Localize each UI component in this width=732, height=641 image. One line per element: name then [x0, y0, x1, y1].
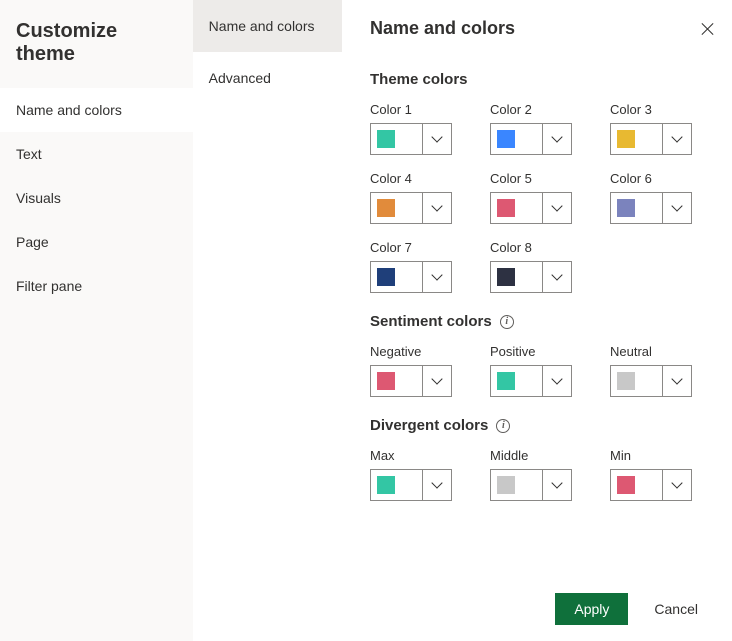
- color-label: Max: [370, 448, 464, 463]
- color-label: Color 8: [490, 240, 584, 255]
- section-title: Sentiment colors i: [370, 313, 704, 330]
- color-picker[interactable]: [610, 469, 692, 501]
- section-title-text: Theme colors: [370, 71, 468, 88]
- color-item: Color 3: [610, 102, 704, 155]
- panel-title: Name and colors: [370, 18, 515, 39]
- color-picker[interactable]: [490, 192, 572, 224]
- left-nav-item[interactable]: Name and colors: [0, 88, 193, 132]
- section-title-text: Divergent colors: [370, 417, 488, 434]
- color-swatch: [497, 476, 515, 494]
- color-picker[interactable]: [370, 469, 452, 501]
- color-grid: Color 1 Color 2 Color 3 Color 4 Color 5 Color…: [370, 102, 704, 293]
- color-item: Color 7: [370, 240, 464, 293]
- color-label: Color 6: [610, 171, 704, 186]
- chevron-down-icon: [543, 206, 571, 210]
- color-item: Middle: [490, 448, 584, 501]
- color-picker[interactable]: [370, 192, 452, 224]
- color-label: Negative: [370, 344, 464, 359]
- cancel-button[interactable]: Cancel: [636, 593, 716, 625]
- left-nav-item[interactable]: Visuals: [0, 176, 193, 220]
- color-item: Color 6: [610, 171, 704, 224]
- color-swatch: [377, 268, 395, 286]
- color-label: Color 1: [370, 102, 464, 117]
- color-label: Color 3: [610, 102, 704, 117]
- apply-button[interactable]: Apply: [555, 593, 628, 625]
- sub-nav-item[interactable]: Name and colors: [193, 0, 342, 52]
- color-label: Color 7: [370, 240, 464, 255]
- color-item: Negative: [370, 344, 464, 397]
- color-item: Color 8: [490, 240, 584, 293]
- color-swatch: [497, 199, 515, 217]
- sub-nav: Name and colorsAdvanced: [193, 0, 342, 641]
- color-swatch: [617, 199, 635, 217]
- dialog-title: Customize theme: [0, 14, 193, 88]
- color-swatch: [497, 372, 515, 390]
- color-picker[interactable]: [370, 261, 452, 293]
- color-label: Color 5: [490, 171, 584, 186]
- section-title: Divergent colors i: [370, 417, 704, 434]
- color-swatch: [497, 130, 515, 148]
- color-picker[interactable]: [370, 365, 452, 397]
- color-label: Color 2: [490, 102, 584, 117]
- left-nav-item[interactable]: Filter pane: [0, 264, 193, 308]
- color-label: Middle: [490, 448, 584, 463]
- left-nav: Customize theme Name and colorsTextVisua…: [0, 0, 193, 641]
- chevron-down-icon: [663, 379, 691, 383]
- color-swatch: [377, 199, 395, 217]
- color-picker[interactable]: [610, 192, 692, 224]
- section-title-text: Sentiment colors: [370, 313, 492, 330]
- color-picker[interactable]: [610, 123, 692, 155]
- info-icon[interactable]: i: [500, 315, 514, 329]
- chevron-down-icon: [543, 275, 571, 279]
- color-item: Neutral: [610, 344, 704, 397]
- color-label: Min: [610, 448, 704, 463]
- info-icon[interactable]: i: [496, 419, 510, 433]
- color-swatch: [617, 130, 635, 148]
- chevron-down-icon: [663, 483, 691, 487]
- chevron-down-icon: [423, 483, 451, 487]
- chevron-down-icon: [543, 379, 571, 383]
- chevron-down-icon: [423, 206, 451, 210]
- section-title: Theme colors: [370, 71, 704, 88]
- color-item: Color 1: [370, 102, 464, 155]
- color-swatch: [617, 372, 635, 390]
- color-picker[interactable]: [370, 123, 452, 155]
- color-item: Color 5: [490, 171, 584, 224]
- chevron-down-icon: [543, 137, 571, 141]
- color-label: Color 4: [370, 171, 464, 186]
- chevron-down-icon: [423, 275, 451, 279]
- color-grid: Negative Positive Neutral: [370, 344, 704, 397]
- color-item: Max: [370, 448, 464, 501]
- chevron-down-icon: [543, 483, 571, 487]
- close-icon[interactable]: [700, 21, 716, 37]
- color-swatch: [617, 476, 635, 494]
- left-nav-item[interactable]: Page: [0, 220, 193, 264]
- content-panel: Name and colors Theme colorsColor 1Color…: [342, 0, 732, 641]
- color-picker[interactable]: [490, 469, 572, 501]
- color-item: Positive: [490, 344, 584, 397]
- color-item: Color 2: [490, 102, 584, 155]
- color-label: Positive: [490, 344, 584, 359]
- chevron-down-icon: [663, 137, 691, 141]
- color-picker[interactable]: [490, 123, 572, 155]
- color-swatch: [497, 268, 515, 286]
- color-swatch: [377, 130, 395, 148]
- chevron-down-icon: [423, 379, 451, 383]
- chevron-down-icon: [663, 206, 691, 210]
- color-picker[interactable]: [490, 261, 572, 293]
- color-picker[interactable]: [610, 365, 692, 397]
- sub-nav-item[interactable]: Advanced: [193, 52, 342, 104]
- color-grid: Max Middle Min: [370, 448, 704, 501]
- left-nav-item[interactable]: Text: [0, 132, 193, 176]
- color-item: Min: [610, 448, 704, 501]
- chevron-down-icon: [423, 137, 451, 141]
- color-swatch: [377, 476, 395, 494]
- color-item: Color 4: [370, 171, 464, 224]
- color-label: Neutral: [610, 344, 704, 359]
- color-swatch: [377, 372, 395, 390]
- color-picker[interactable]: [490, 365, 572, 397]
